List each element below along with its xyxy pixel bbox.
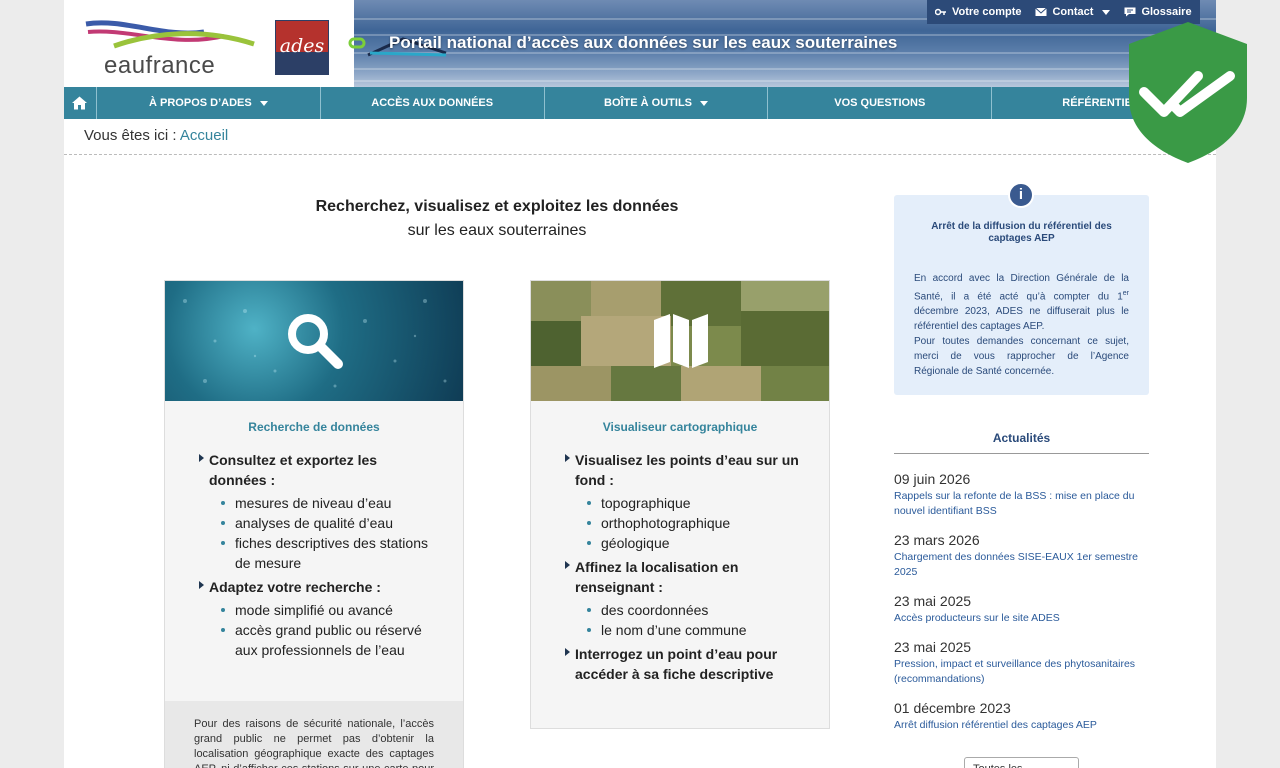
home-icon	[72, 96, 88, 110]
map-card-bullets: Visualisez les points d’eau sur un fond …	[531, 450, 829, 684]
list-item: le nom d’une commune	[587, 620, 799, 640]
nav-home-button[interactable]	[64, 87, 97, 119]
bullet-list: topographique orthophotographique géolog…	[565, 493, 799, 553]
search-data-card[interactable]: Recherche de données Consultez et export…	[164, 280, 464, 768]
news-date: 09 juin 2026	[894, 471, 971, 487]
alert-text-part2: décembre 2023, ADES ne diffuserait plus …	[914, 306, 1129, 333]
search-card-image[interactable]	[165, 281, 463, 401]
news-date: 23 mai 2025	[894, 639, 972, 655]
ades-logo[interactable]: ades	[275, 20, 329, 75]
list-item: mode simplifié ou avancé	[221, 600, 433, 620]
glossary-link[interactable]: Glossaire	[1124, 6, 1192, 18]
ades-logo-text: ades	[279, 35, 325, 57]
portal-title: Portail national d’accès aux données sur…	[389, 33, 898, 52]
account-link-label: Votre compte	[952, 6, 1022, 18]
bullet-heading: Adaptez votre recherche :	[199, 577, 433, 597]
bullet-list: mesures de niveau d’eau analyses de qual…	[199, 493, 433, 573]
list-item: mesures de niveau d’eau	[221, 493, 433, 513]
nav-toolbox[interactable]: Boîte à outils	[545, 87, 769, 119]
bullet-list: mode simplifié ou avancé accès grand pub…	[199, 600, 433, 660]
news-link[interactable]: Chargement des données SISE-EAUX 1er sem…	[894, 550, 1149, 580]
news-link[interactable]: Rappels sur la refonte de la BSS : mise …	[894, 489, 1149, 519]
nav-data-access[interactable]: Accès aux données	[321, 87, 545, 119]
alert-box: Arrêt de la diffusion du référentiel des…	[894, 195, 1149, 395]
search-card-bullets: Consultez et exportez les données : mesu…	[165, 450, 463, 660]
list-item: géologique	[587, 533, 799, 553]
news-title: Actualités	[894, 431, 1149, 454]
alert-text: En accord avec la Direction Générale de …	[914, 271, 1129, 379]
eaufrance-logo-text: eaufrance	[104, 52, 216, 79]
alert-text-sup: er	[1122, 290, 1129, 297]
chevron-down-icon	[700, 100, 708, 106]
security-note: Pour des raisons de sécurité nationale, …	[165, 701, 463, 768]
news-item[interactable]: 23 mai 2025 Pression, impact et surveill…	[894, 639, 1149, 687]
nav-questions-label: Vos questions	[834, 97, 926, 109]
map-viewer-card[interactable]: Visualiseur cartographique Visualisez le…	[530, 280, 830, 729]
bullet-heading: Affinez la localisation en renseignant :	[565, 557, 799, 597]
nav-toolbox-label: Boîte à outils	[604, 97, 692, 109]
news-list: 09 juin 2026 Rappels sur la refonte de l…	[894, 471, 1149, 746]
list-item: analyses de qualité d’eau	[221, 513, 433, 533]
all-news-button[interactable]: Toutes les actualités	[964, 757, 1079, 768]
main-nav: À propos d’ADES Accès aux données Boîte …	[64, 87, 1216, 119]
news-link[interactable]: Pression, impact et surveillance des phy…	[894, 657, 1149, 687]
breadcrumb-home-link[interactable]: Accueil	[180, 127, 228, 144]
search-card-title[interactable]: Recherche de données	[165, 420, 463, 434]
intro-title: Recherchez, visualisez et exploitez les …	[315, 198, 679, 215]
news-item[interactable]: 23 mars 2026 Chargement des données SISE…	[894, 532, 1149, 580]
nav-questions[interactable]: Vos questions	[768, 87, 993, 119]
intro-subtitle: sur les eaux souterraines	[407, 222, 587, 239]
bullet-list: des coordonnées le nom d’une commune	[565, 600, 799, 640]
map-icon	[654, 314, 708, 368]
news-item[interactable]: 09 juin 2026 Rappels sur la refonte de l…	[894, 471, 1149, 519]
bullet-heading: Visualisez les points d’eau sur un fond …	[565, 450, 799, 490]
map-card-title[interactable]: Visualiseur cartographique	[531, 420, 829, 434]
nav-about-label: À propos d’ADES	[149, 97, 252, 109]
alert-text-part3: Pour toutes demandes concernant ce sujet…	[914, 336, 1129, 378]
divider	[64, 154, 1216, 155]
key-icon	[935, 8, 946, 16]
news-link[interactable]: Arrêt diffusion référentiel des captages…	[894, 718, 1149, 733]
map-card-image[interactable]	[531, 281, 829, 401]
chevron-down-icon	[259, 100, 268, 106]
glossary-link-label: Glossaire	[1141, 6, 1192, 18]
envelope-icon	[1035, 7, 1048, 16]
alert-title: Arrêt de la diffusion du référentiel des…	[931, 221, 1112, 244]
check-shield-icon[interactable]	[1126, 20, 1250, 165]
breadcrumb-prefix: Vous êtes ici :	[84, 127, 177, 144]
news-item[interactable]: 01 décembre 2023 Arrêt diffusion référen…	[894, 700, 1149, 733]
list-item: orthophotographique	[587, 513, 799, 533]
news-date: 23 mars 2026	[894, 532, 980, 548]
list-item: accès grand public ou réservé aux profes…	[221, 620, 433, 660]
chat-icon	[1124, 7, 1136, 17]
list-item: topographique	[587, 493, 799, 513]
info-icon: i	[1008, 182, 1034, 208]
nav-data-access-label: Accès aux données	[371, 97, 494, 109]
news-link[interactable]: Accès producteurs sur le site ADES	[894, 611, 1149, 626]
intro: Recherchez, visualisez et exploitez les …	[299, 195, 695, 243]
breadcrumb: Vous êtes ici : Accueil	[84, 127, 228, 144]
account-link[interactable]: Votre compte	[935, 6, 1021, 18]
nav-about[interactable]: À propos d’ADES	[97, 87, 321, 119]
contact-link[interactable]: Contact	[1035, 6, 1111, 18]
bullet-heading: Interrogez un point d’eau pour accéder à…	[565, 644, 799, 684]
bullet-heading: Consultez et exportez les données :	[199, 450, 433, 490]
chevron-down-icon	[1102, 9, 1111, 15]
list-item: des coordonnées	[587, 600, 799, 620]
search-icon	[288, 314, 343, 369]
news-date: 23 mai 2025	[894, 593, 972, 609]
page: eaufrance ades Portail national d’accès …	[64, 0, 1216, 768]
news-item[interactable]: 23 mai 2025 Accès producteurs sur le sit…	[894, 593, 1149, 626]
list-item: fiches descriptives des stations de mesu…	[221, 533, 433, 573]
news-date: 01 décembre 2023	[894, 700, 1011, 716]
alert-text-part1: En accord avec la Direction Générale de …	[914, 273, 1129, 303]
eaufrance-logo[interactable]: eaufrance	[84, 18, 256, 79]
contact-link-label: Contact	[1052, 6, 1094, 18]
header: eaufrance ades Portail national d’accès …	[64, 0, 1216, 87]
